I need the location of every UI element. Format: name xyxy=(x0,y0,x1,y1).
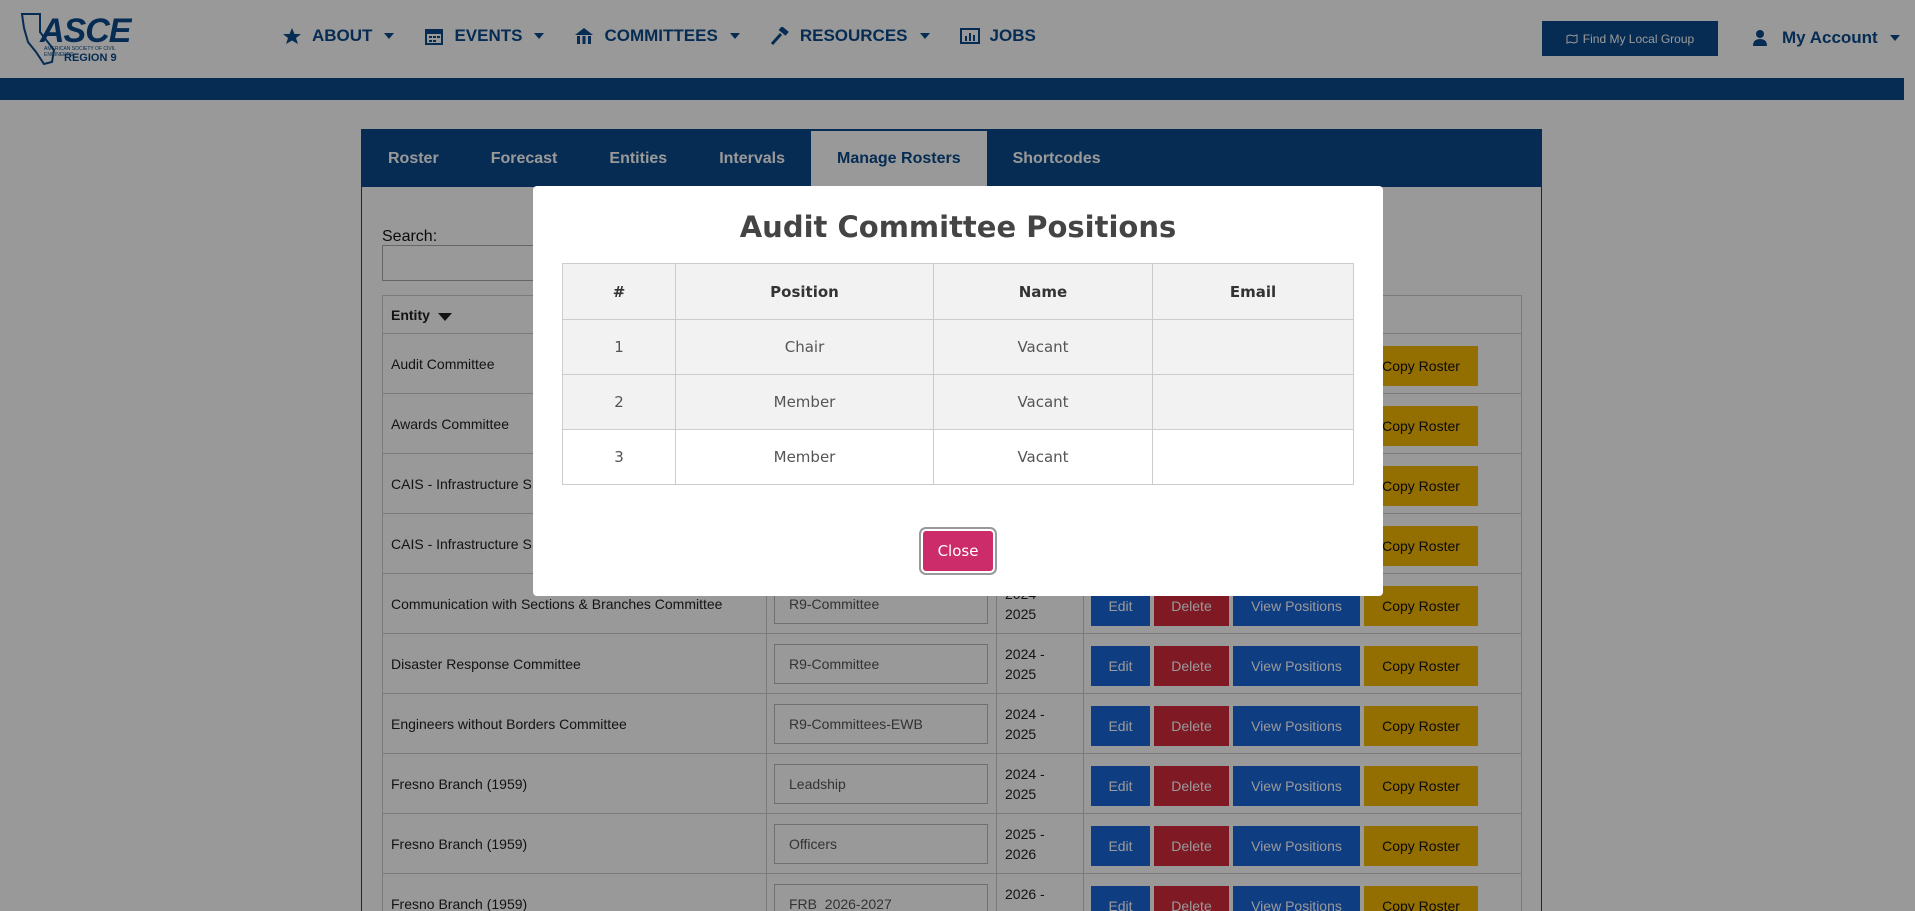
col-number-header: # xyxy=(562,263,676,320)
position-title: Member xyxy=(675,374,934,430)
col-name-header: Name xyxy=(933,263,1153,320)
position-holder-email xyxy=(1152,374,1354,430)
position-number: 3 xyxy=(562,429,676,485)
position-holder-name: Vacant xyxy=(933,319,1153,375)
positions-header-row: # Position Name Email xyxy=(562,263,1354,320)
positions-modal: Audit Committee Positions # Position Nam… xyxy=(533,186,1383,596)
close-button[interactable]: Close xyxy=(923,531,993,571)
position-holder-email xyxy=(1152,319,1354,375)
position-row: 1 Chair Vacant xyxy=(562,319,1354,375)
position-row: 2 Member Vacant xyxy=(562,374,1354,430)
position-number: 2 xyxy=(562,374,676,430)
positions-table: # Position Name Email 1 Chair Vacant 2 M… xyxy=(562,263,1354,485)
position-row: 3 Member Vacant xyxy=(562,429,1354,485)
position-holder-name: Vacant xyxy=(933,429,1153,485)
position-holder-name: Vacant xyxy=(933,374,1153,430)
position-title: Member xyxy=(675,429,934,485)
position-title: Chair xyxy=(675,319,934,375)
position-number: 1 xyxy=(562,319,676,375)
col-position-header: Position xyxy=(675,263,934,320)
modal-title: Audit Committee Positions xyxy=(739,210,1177,244)
col-email-header: Email xyxy=(1152,263,1354,320)
position-holder-email xyxy=(1152,429,1354,485)
